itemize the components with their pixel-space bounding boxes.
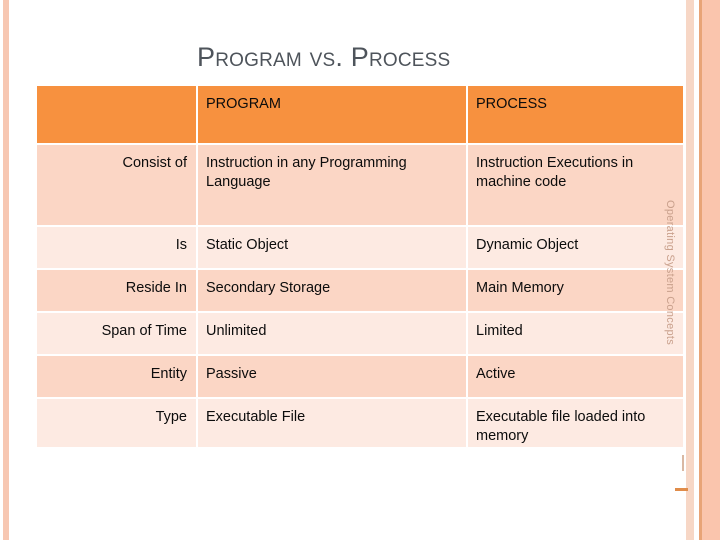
row-program-value: Instruction in any Programming Language [198, 145, 468, 227]
column-header-program: PROGRAM [198, 86, 468, 145]
table-body: Consist of Instruction in any Programmin… [37, 145, 683, 447]
table-row: Entity Passive Active [37, 356, 683, 399]
row-process-value: Active [468, 356, 683, 399]
decorative-mark-vertical [682, 455, 684, 471]
row-program-value: Passive [198, 356, 468, 399]
row-label: Entity [37, 356, 198, 399]
row-label: Is [37, 227, 198, 270]
row-process-value: Instruction Executions in machine code [468, 145, 683, 227]
row-label: Span of Time [37, 313, 198, 356]
table-row: Reside In Secondary Storage Main Memory [37, 270, 683, 313]
row-label: Reside In [37, 270, 198, 313]
column-header-label [37, 86, 198, 145]
row-process-value: Limited [468, 313, 683, 356]
right-edge-stripe-inner [686, 0, 694, 540]
row-program-value: Secondary Storage [198, 270, 468, 313]
table-header-row: PROGRAM PROCESS [37, 86, 683, 145]
table-row: Type Executable File Executable file loa… [37, 399, 683, 447]
row-label: Consist of [37, 145, 198, 227]
table-row: Span of Time Unlimited Limited [37, 313, 683, 356]
row-program-value: Unlimited [198, 313, 468, 356]
left-edge-stripe [3, 0, 9, 540]
row-program-value: Static Object [198, 227, 468, 270]
table-row: Is Static Object Dynamic Object [37, 227, 683, 270]
table-row: Consist of Instruction in any Programmin… [37, 145, 683, 227]
column-header-process: PROCESS [468, 86, 683, 145]
side-note-vertical: Operating System Concepts [664, 200, 676, 345]
row-process-value: Dynamic Object [468, 227, 683, 270]
row-label: Type [37, 399, 198, 447]
row-program-value: Executable File [198, 399, 468, 447]
decorative-mark-horizontal [675, 488, 688, 491]
comparison-table: PROGRAM PROCESS Consist of Instruction i… [37, 86, 683, 447]
row-process-value: Main Memory [468, 270, 683, 313]
row-process-value: Executable file loaded into memory [468, 399, 683, 447]
page-title: Program vs. Process [197, 42, 451, 72]
right-edge-stripe-outer [702, 0, 720, 540]
table-header: PROGRAM PROCESS [37, 86, 683, 145]
